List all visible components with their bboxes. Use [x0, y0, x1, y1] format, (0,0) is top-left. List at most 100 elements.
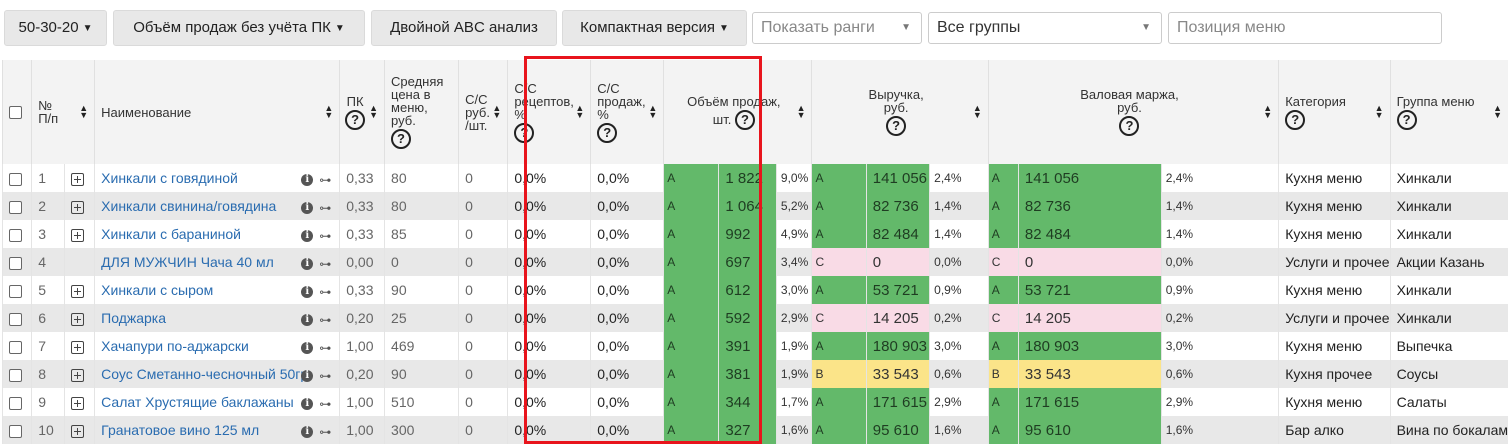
info-icon[interactable]: i	[301, 342, 314, 355]
expand-plus-icon[interactable]	[70, 228, 84, 242]
item-name-link[interactable]: Хинкали свинина/говядина	[101, 198, 276, 214]
item-name-link[interactable]: ДЛЯ МУЖЧИН Чача 40 мл	[101, 254, 274, 270]
item-name-link[interactable]: Хинкали с говядиной	[101, 170, 238, 186]
row-select[interactable]	[1, 304, 32, 332]
row-expand[interactable]	[63, 164, 95, 192]
row-select[interactable]	[1, 164, 32, 192]
question-icon[interactable]: ?	[1119, 116, 1140, 136]
row-expand[interactable]	[63, 304, 95, 332]
row-expand[interactable]	[63, 276, 95, 304]
double-abc-button[interactable]: Двойной ABC анализ	[371, 10, 557, 46]
header-pk[interactable]: ПК? ▲ ▼	[339, 60, 385, 164]
info-icon[interactable]: i	[301, 258, 314, 271]
header-select-all[interactable]	[1, 60, 32, 164]
tree-icon[interactable]: ⊶	[319, 285, 331, 299]
info-icon[interactable]: i	[301, 426, 314, 439]
row-expand[interactable]	[63, 248, 95, 276]
tree-icon[interactable]: ⊶	[319, 257, 331, 271]
abc-split-dropdown[interactable]: 50-30-20 ▼	[4, 10, 107, 46]
row-checkbox[interactable]	[9, 396, 22, 410]
volume-mode-dropdown[interactable]: Объём продаж без учёта ПК ▼	[113, 10, 365, 46]
sort-icon[interactable]: ▲ ▼	[1375, 104, 1384, 120]
expand-plus-icon[interactable]	[70, 284, 84, 298]
question-icon[interactable]: ?	[734, 109, 755, 130]
table-row[interactable]: 2 Хинкали свинина/говядина i ⊶ 0,33 80 0 0,0% 0,…	[1, 192, 1508, 220]
tree-icon[interactable]: ⊶	[319, 369, 331, 383]
row-checkbox[interactable]	[9, 200, 22, 214]
compact-version-dropdown[interactable]: Компактная версия ▼	[562, 10, 747, 46]
header-avg-price[interactable]: Средняя цена в меню, руб.?	[384, 60, 459, 164]
table-row[interactable]: 8 Соус Сметанно-чесночный 50гр i ⊶ 0,20 90 0 0,…	[1, 360, 1508, 388]
info-icon[interactable]: i	[301, 314, 314, 327]
header-sales-volume[interactable]: Объём продаж, шт. ? ▲ ▼	[663, 60, 812, 164]
expand-plus-icon[interactable]	[70, 172, 84, 186]
info-icon[interactable]: i	[301, 398, 314, 411]
item-name-link[interactable]: Хинкали с бараниной	[101, 226, 241, 242]
row-checkbox[interactable]	[9, 424, 22, 438]
tree-icon[interactable]: ⊶	[319, 201, 331, 215]
table-row[interactable]: 4 ДЛЯ МУЖЧИН Чача 40 мл i ⊶ 0,00 0 0 0,0% 0,0% A 6…	[1, 248, 1508, 276]
expand-plus-icon[interactable]	[70, 340, 84, 354]
row-select[interactable]	[1, 220, 32, 248]
header-name[interactable]: Наименование ▲ ▼	[94, 60, 340, 164]
row-expand[interactable]	[63, 416, 95, 444]
table-row[interactable]: 7 Хачапури по-аджарски i ⊶ 1,00 469 0 0,0% 0,0% A…	[1, 332, 1508, 360]
sort-icon[interactable]: ▲ ▼	[575, 104, 584, 120]
question-icon[interactable]: ?	[597, 122, 618, 143]
header-menu-group[interactable]: Группа меню? ▲ ▼	[1389, 60, 1508, 164]
item-name-link[interactable]: Хачапури по-аджарски	[101, 338, 249, 354]
sort-icon[interactable]: ▲ ▼	[369, 104, 378, 120]
info-icon[interactable]: i	[301, 370, 314, 383]
row-select[interactable]	[1, 416, 32, 444]
expand-plus-icon[interactable]	[70, 200, 84, 214]
row-checkbox[interactable]	[9, 312, 22, 326]
table-row[interactable]: 3 Хинкали с бараниной i ⊶ 0,33 85 0 0,0% 0,0% A 99…	[1, 220, 1508, 248]
item-name-link[interactable]: Соус Сметанно-чесночный 50гр	[101, 366, 308, 382]
tree-icon[interactable]: ⊶	[319, 313, 331, 327]
info-icon[interactable]: i	[301, 202, 314, 215]
question-icon[interactable]: ?	[886, 116, 907, 136]
item-name-link[interactable]: Поджарка	[101, 310, 166, 326]
table-row[interactable]: 10 Гранатовое вино 125 мл i ⊶ 1,00 300 0 0,0% 0,…	[1, 416, 1508, 444]
row-select[interactable]	[1, 332, 32, 360]
sort-icon[interactable]: ▲ ▼	[797, 104, 806, 120]
header-gross-margin[interactable]: Валовая маржа, руб.? ▲ ▼	[987, 60, 1279, 164]
expand-plus-icon[interactable]	[70, 396, 84, 410]
sort-icon[interactable]: ▲ ▼	[492, 104, 501, 120]
row-select[interactable]	[1, 388, 32, 416]
row-select[interactable]	[1, 276, 32, 304]
row-checkbox[interactable]	[9, 368, 22, 382]
tree-icon[interactable]: ⊶	[319, 173, 331, 187]
row-select[interactable]	[1, 192, 32, 220]
groups-select[interactable]: Все группы ▼	[928, 12, 1162, 44]
question-icon[interactable]: ?	[514, 122, 535, 143]
row-checkbox[interactable]	[9, 256, 22, 270]
item-name-link[interactable]: Хинкали с сыром	[101, 282, 213, 298]
row-checkbox[interactable]	[9, 340, 22, 354]
row-checkbox[interactable]	[9, 284, 22, 298]
table-row[interactable]: 9 Салат Хрустящие баклажаны i ⊶ 1,00 510 0 0,0%…	[1, 388, 1508, 416]
table-row[interactable]: 6 Поджарка i ⊶ 0,20 25 0 0,0% 0,0% A 592 2,9% C 14 20…	[1, 304, 1508, 332]
question-icon[interactable]: ?	[1396, 109, 1417, 130]
row-checkbox[interactable]	[9, 172, 22, 186]
question-icon[interactable]: ?	[391, 129, 412, 149]
row-expand[interactable]	[63, 192, 95, 220]
sort-icon[interactable]: ▲ ▼	[1263, 104, 1272, 120]
expand-plus-icon[interactable]	[70, 312, 84, 326]
row-expand[interactable]	[63, 360, 95, 388]
row-expand[interactable]	[63, 388, 95, 416]
table-row[interactable]: 1 Хинкали с говядиной i ⊶ 0,33 80 0 0,0% 0,0% A 1 …	[1, 164, 1508, 192]
show-ranks-select[interactable]: Показать ранги ▼	[752, 12, 922, 44]
item-name-link[interactable]: Салат Хрустящие баклажаны	[101, 394, 294, 410]
question-icon[interactable]: ?	[1285, 109, 1306, 130]
question-icon[interactable]: ?	[345, 109, 366, 130]
sort-icon[interactable]: ▲ ▼	[324, 104, 333, 120]
header-cost-per-unit[interactable]: С/С руб. /шт. ▲ ▼	[458, 60, 508, 164]
expand-plus-icon[interactable]	[70, 424, 84, 438]
menu-position-input[interactable]: Позиция меню	[1168, 12, 1442, 44]
tree-icon[interactable]: ⊶	[319, 229, 331, 243]
row-expand[interactable]	[63, 220, 95, 248]
expand-plus-icon[interactable]	[70, 368, 84, 382]
tree-icon[interactable]: ⊶	[319, 397, 331, 411]
item-name-link[interactable]: Гранатовое вино 125 мл	[101, 422, 259, 438]
